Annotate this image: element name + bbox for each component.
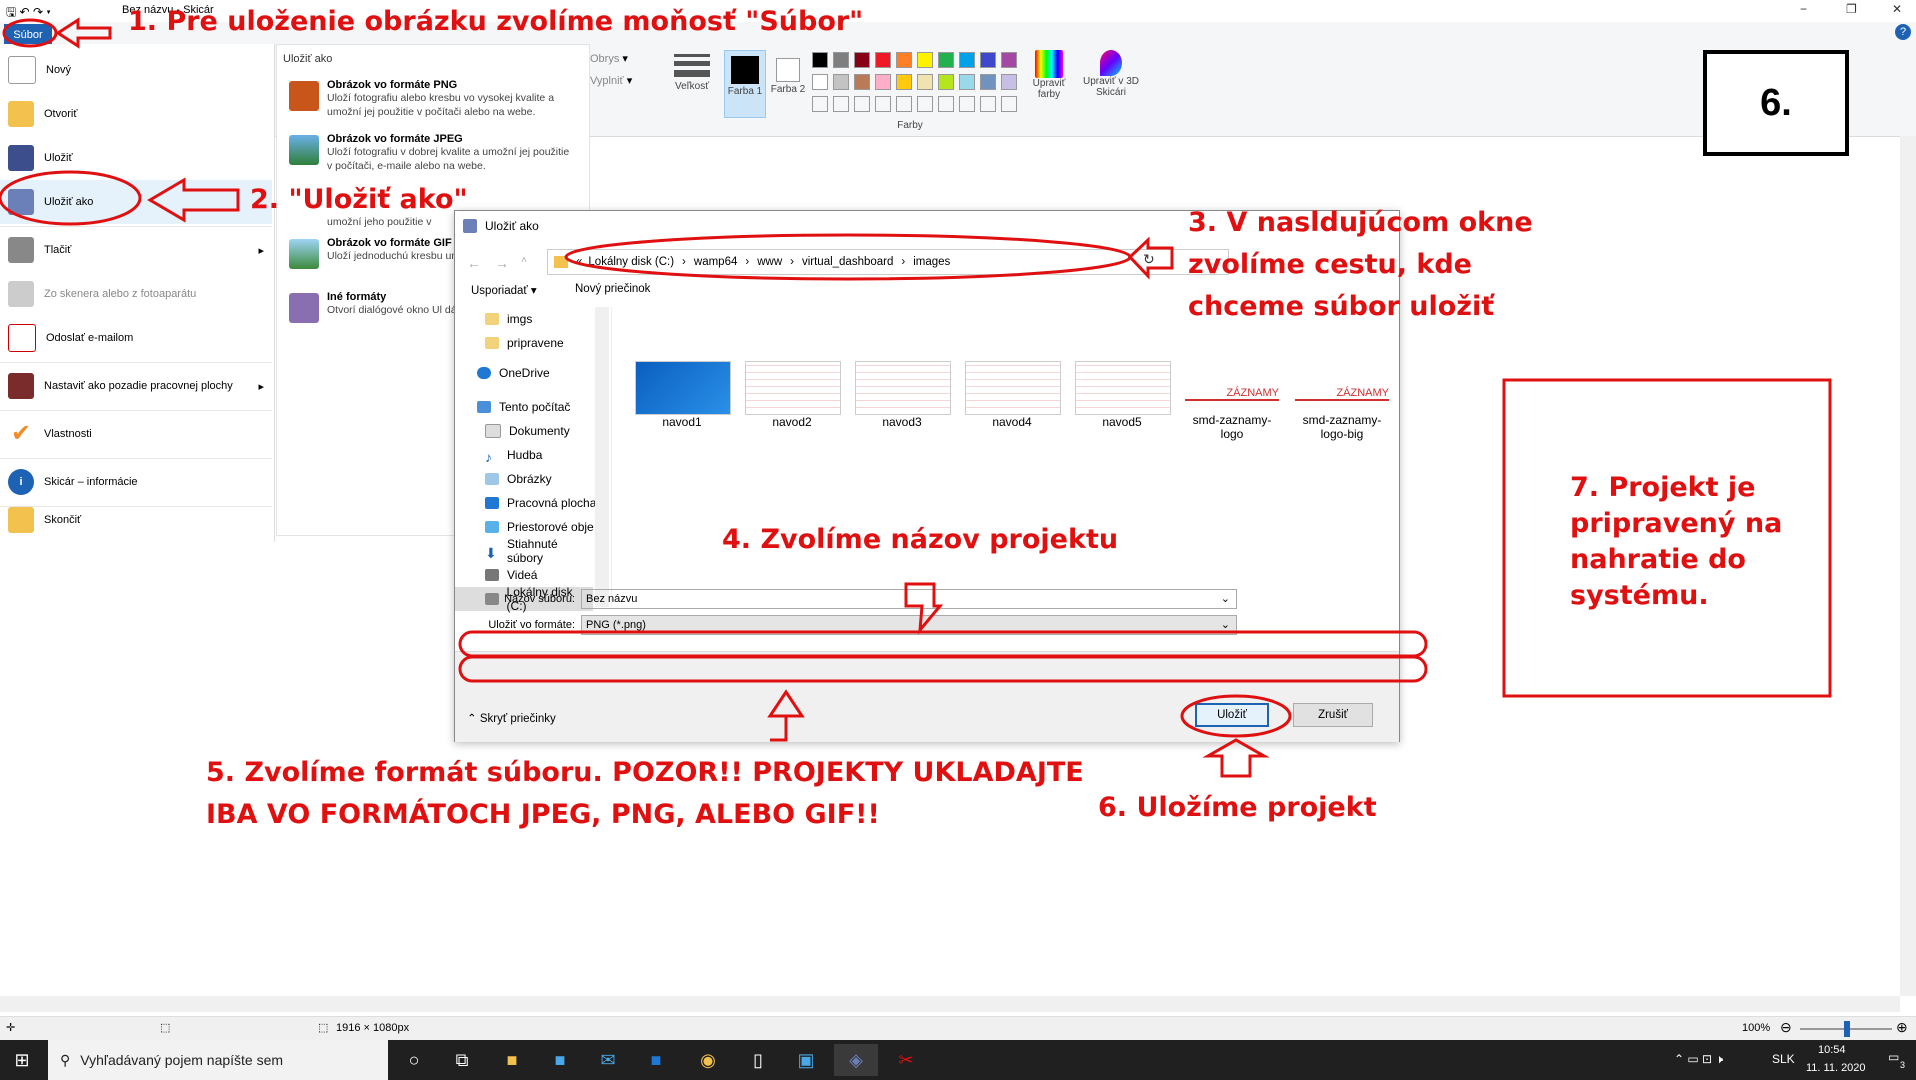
search-box[interactable]: ⚲ Vyhľadávaný pojem napíšte sem <box>48 1040 388 1080</box>
horizontal-scrollbar[interactable] <box>0 996 1900 1012</box>
annotation-line: pripravený na <box>1570 508 1783 539</box>
windows-start-icon[interactable]: ⊞ <box>0 1044 44 1076</box>
annotation-box-format <box>458 655 1428 683</box>
zoom-level: 100% <box>1742 1022 1771 1034</box>
image-size-icon: ⬚ <box>318 1022 329 1034</box>
selection-size-icon: ⬚ <box>160 1022 171 1034</box>
annotation-step-4: 4. Zvolíme názov projektu <box>722 524 1119 555</box>
clock-date[interactable]: 11. 11. 2020 <box>1806 1062 1866 1074</box>
app-window-icon[interactable]: ▣ <box>784 1044 828 1076</box>
annotation-line: zvolíme cestu, kde <box>1188 249 1472 280</box>
vertical-scrollbar[interactable] <box>1900 136 1916 996</box>
paint-taskbar-icon[interactable]: ◈ <box>834 1044 878 1076</box>
annotation-arrow-2 <box>147 177 240 223</box>
annotation-step-7: 7. Projekt je pripravený na nahratie do … <box>1570 470 1782 614</box>
task-view-icon[interactable]: ⧉ <box>440 1044 484 1076</box>
annotation-step-1: 1. Pre uloženie obrázku zvolíme moňosť "… <box>128 6 864 37</box>
annotation-arrow-6 <box>1202 738 1270 778</box>
search-icon: ⚲ <box>60 1051 71 1068</box>
notification-count: 3 <box>1900 1060 1906 1070</box>
annotation-circle-save-as <box>0 170 142 226</box>
annotation-arrow-3 <box>1127 236 1174 280</box>
language-indicator[interactable]: SLK <box>1772 1052 1795 1066</box>
store-icon[interactable]: ■ <box>538 1044 582 1076</box>
annotation-step-6: 6. Uložíme projekt <box>1098 792 1377 823</box>
clock-time[interactable]: 10:54 <box>1818 1044 1846 1056</box>
annotation-circle-address-bar <box>564 233 1132 281</box>
annotation-line: 7. Projekt je <box>1570 472 1756 503</box>
chrome-icon[interactable]: ◉ <box>686 1044 730 1076</box>
mail-icon[interactable]: ✉ <box>586 1044 630 1076</box>
cursor-position-icon: ✛ <box>6 1022 16 1034</box>
annotation-step-2: 2. "Uložiť ako" <box>250 184 468 215</box>
annotation-circle-file-button <box>2 18 58 48</box>
annotation-step-3: 3. V nasldujúcom okne zvolíme cestu, kde… <box>1188 202 1533 328</box>
annotation-line: 3. V nasldujúcom okne <box>1188 207 1533 238</box>
search-placeholder: Vyhľadávaný pojem napíšte sem <box>80 1052 284 1068</box>
status-bar: ✛ ⬚ ⬚ 1916 × 1080px 100% ⊖ ⊕ <box>0 1016 1916 1041</box>
annotation-arrow-1 <box>55 17 112 49</box>
cortana-icon[interactable]: ○ <box>392 1044 436 1076</box>
notepad-icon[interactable]: ▯ <box>736 1044 780 1076</box>
annotation-circle-save-button <box>1180 694 1292 738</box>
file-explorer-icon[interactable]: ■ <box>490 1044 534 1076</box>
annotation-line: chceme súbor uložiť <box>1188 291 1495 322</box>
notification-center-icon[interactable]: ▭ <box>1888 1050 1899 1064</box>
annotation-step-5: 5. Zvolíme formát súboru. POZOR!! PROJEK… <box>206 752 1084 836</box>
annotation-line: IBA VO FORMÁTOCH JPEG, PNG, ALEBO GIF!! <box>206 799 880 830</box>
snipping-tool-icon[interactable]: ✂ <box>884 1044 928 1076</box>
annotation-line: nahratie do <box>1570 544 1746 575</box>
annotation-arrow-4 <box>904 582 944 635</box>
annotation-line: systému. <box>1570 580 1709 611</box>
tray-icons[interactable]: ⌃ ▭ ⊡ 🕨 <box>1674 1052 1723 1067</box>
zoom-slider-thumb[interactable] <box>1844 1021 1850 1037</box>
zoom-out-icon[interactable]: ⊖ <box>1780 1019 1792 1036</box>
image-dimensions: 1916 × 1080px <box>336 1022 410 1034</box>
annotation-line: 5. Zvolíme formát súboru. POZOR!! PROJEK… <box>206 757 1084 788</box>
annotation-arrow-5 <box>767 689 805 742</box>
taskbar: ⊞ ⚲ Vyhľadávaný pojem napíšte sem ○ ⧉ ■ … <box>0 1040 1916 1080</box>
outlook-icon[interactable]: ■ <box>634 1044 678 1076</box>
zoom-in-icon[interactable]: ⊕ <box>1896 1019 1908 1036</box>
annotation-box-filename <box>458 630 1428 658</box>
